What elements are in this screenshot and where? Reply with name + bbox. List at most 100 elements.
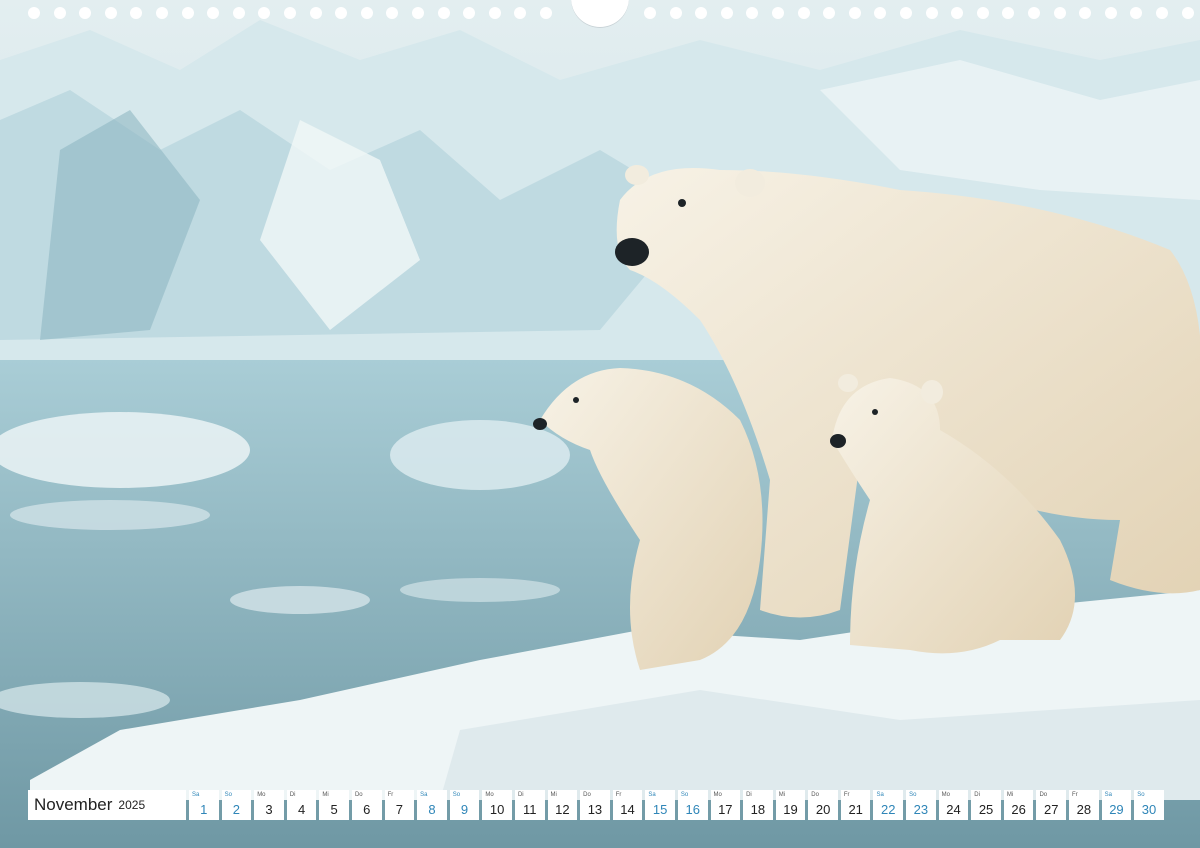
weekday-abbrev: Mi: [550, 792, 557, 798]
weekday-abbrev: Mo: [941, 792, 950, 798]
weekday-abbrev: Di: [517, 792, 524, 798]
day-number: 2: [232, 802, 240, 817]
binding-hole: [335, 7, 348, 19]
day-cell: Mi 26: [1003, 790, 1034, 820]
day-cell: Do 27: [1036, 790, 1067, 820]
weekday-abbrev: Fr: [387, 792, 394, 798]
binding-hole: [925, 7, 938, 19]
binding-hole: [1079, 7, 1092, 19]
day-cell: So 16: [677, 790, 708, 820]
year: 2025: [118, 798, 146, 812]
binding-hole: [900, 7, 912, 19]
day-number: 14: [620, 802, 635, 817]
weekday-abbrev: Mi: [778, 792, 786, 798]
weekday-abbrev: Mi: [1006, 792, 1014, 798]
binding-hole: [720, 7, 733, 19]
binding-hole: [772, 7, 784, 19]
weekday-abbrev: Di: [974, 792, 980, 798]
month-label-box: November 2025: [28, 790, 186, 820]
weekday-abbrev: Mo: [485, 792, 494, 798]
day-cell: Sa 8: [417, 790, 447, 820]
binding-hole: [130, 7, 143, 19]
day-number: 23: [913, 802, 929, 817]
binding-hole: [669, 7, 682, 19]
day-number: 27: [1044, 802, 1059, 817]
binding-hole: [53, 7, 66, 19]
binding-hole: [232, 7, 245, 19]
binding-hole: [1156, 7, 1168, 19]
day-cell: So 30: [1134, 790, 1164, 820]
weekday-abbrev: Do: [811, 792, 819, 798]
day-number: 17: [718, 802, 733, 817]
binding-hole: [207, 7, 220, 19]
binding-hole: [1104, 7, 1117, 19]
day-cell: Fr 21: [840, 790, 871, 820]
day-cell: Sa 1: [189, 790, 219, 820]
day-number: 9: [460, 802, 469, 817]
weekday-abbrev: So: [1137, 792, 1145, 798]
weekday-abbrev: Do: [354, 792, 363, 798]
day-cell: Di 11: [514, 790, 545, 820]
binding-hole: [1028, 7, 1040, 19]
day-number: 29: [1109, 802, 1124, 817]
weekday-abbrev: Di: [289, 792, 296, 798]
day-number: 16: [685, 802, 700, 817]
day-cell: Sa 29: [1101, 790, 1132, 820]
day-cell: Do 13: [580, 790, 610, 820]
binding-hole: [1002, 7, 1015, 19]
day-cell: Mi 5: [319, 790, 349, 820]
weekday-abbrev: Fr: [615, 792, 622, 798]
day-cell: Fr 14: [612, 790, 643, 820]
day-cell: Fr 28: [1069, 790, 1099, 820]
binding-hole: [437, 7, 450, 19]
binding-hole: [976, 7, 989, 19]
binding-hole: [874, 7, 887, 19]
day-number: 3: [265, 802, 273, 817]
calendar-binding: [0, 0, 1200, 28]
day-cell: Mo 10: [482, 790, 512, 820]
day-cell: Mo 24: [938, 790, 969, 820]
day-cell: Sa 15: [645, 790, 675, 820]
weekday-abbrev: Mo: [713, 792, 722, 798]
day-number: 30: [1141, 802, 1157, 817]
month-name: November: [34, 795, 113, 814]
day-number: 13: [587, 802, 603, 817]
binding-hole: [386, 7, 399, 19]
day-cell: Di 25: [971, 790, 1001, 820]
day-number: 25: [978, 802, 994, 817]
day-cell: Di 18: [743, 790, 773, 820]
binding-hole: [514, 7, 527, 19]
binding-hole: [644, 7, 656, 19]
weekday-abbrev: Do: [1039, 792, 1048, 798]
day-number: 28: [1076, 802, 1092, 817]
day-number: 19: [783, 802, 798, 817]
binding-hole: [1130, 7, 1143, 19]
day-cell: Mo 3: [254, 790, 284, 820]
day-number: 26: [1011, 802, 1026, 817]
binding-hole: [181, 7, 194, 19]
day-cell: So 9: [449, 790, 480, 820]
hanger-cutout: [571, 0, 629, 28]
weekday-abbrev: So: [909, 792, 917, 798]
binding-hole: [360, 7, 373, 19]
day-cell: Do 20: [808, 790, 838, 820]
day-cell: Sa 22: [873, 790, 904, 820]
binding-hole: [695, 7, 708, 19]
weekday-abbrev: Di: [746, 792, 752, 798]
day-number: 22: [881, 802, 896, 817]
binding-hole: [28, 7, 40, 19]
day-number: 18: [750, 802, 766, 817]
binding-hole: [412, 7, 424, 19]
binding-hole: [104, 7, 117, 19]
weekday-abbrev: Fr: [1072, 792, 1078, 798]
binding-hole: [284, 7, 296, 19]
binding-hole: [848, 7, 861, 19]
day-cell: Di 4: [286, 790, 317, 820]
day-cell: Do 6: [351, 790, 382, 820]
polar-bear-photo: [0, 0, 1200, 848]
binding-hole: [156, 7, 168, 19]
binding-hole: [1181, 7, 1194, 19]
binding-hole: [746, 7, 759, 19]
weekday-abbrev: So: [452, 792, 461, 798]
day-number: 20: [815, 802, 831, 817]
